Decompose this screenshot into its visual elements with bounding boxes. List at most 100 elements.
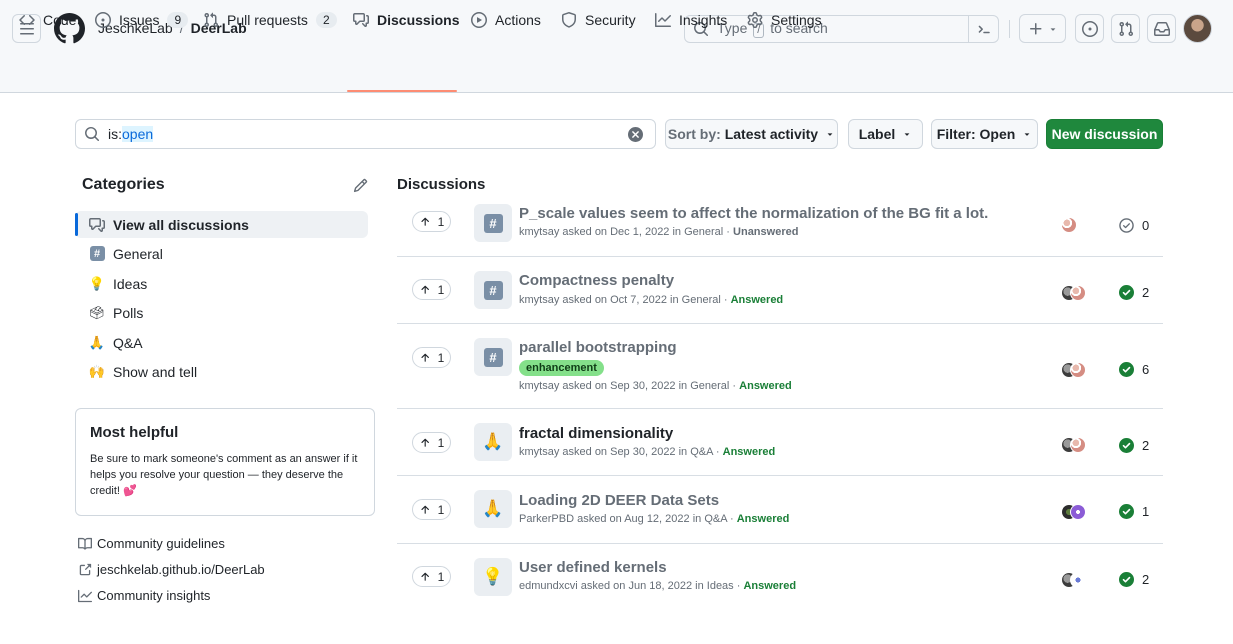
tab-label: Actions	[495, 12, 541, 28]
check-circle-fill-icon	[1119, 438, 1134, 453]
community-insights-link[interactable]: Community insights	[78, 588, 210, 603]
issues-button[interactable]	[1075, 14, 1104, 43]
label-dropdown-button[interactable]: Label	[848, 119, 923, 149]
discussion-row[interactable]: 1 🙏 Loading 2D DEER Data Sets ParkerPBD …	[397, 476, 1163, 544]
tab-code[interactable]: Code	[19, 0, 76, 40]
category-label: View all discussions	[113, 216, 249, 233]
tab-pull-requests[interactable]: Pull requests 2	[203, 0, 337, 40]
tab-label: Security	[585, 12, 636, 28]
discussion-title[interactable]: P_scale values seem to affect the normal…	[519, 205, 988, 222]
global-header: JeschkeLab / DeerLab Type / to search Co…	[0, 0, 1233, 93]
upvote-button[interactable]: 1	[412, 432, 451, 453]
pull-request-icon	[204, 12, 219, 28]
categories-heading: Categories	[82, 176, 165, 193]
category-ideas[interactable]: 💡 Ideas	[75, 270, 368, 297]
external-site-link[interactable]: jeschkelab.github.io/DeerLab	[78, 562, 265, 577]
new-discussion-button[interactable]: New discussion	[1046, 119, 1163, 149]
participant-avatars	[1061, 572, 1086, 588]
tab-label: Discussions	[377, 12, 460, 28]
category-general[interactable]: # General	[75, 240, 368, 267]
command-palette-button[interactable]	[968, 15, 998, 43]
search-query: is:open	[108, 126, 154, 142]
folded-hands-icon: 🙏	[474, 423, 512, 461]
code-icon	[19, 14, 35, 26]
play-icon	[471, 12, 487, 28]
discussion-row[interactable]: 1 # parallel bootstrapping enhancement k…	[397, 324, 1163, 409]
discussion-meta: kmytsay asked on Dec 1, 2022 in General …	[519, 226, 799, 238]
comment-count: 0	[1119, 218, 1149, 233]
category-show-and-tell[interactable]: 🙌 Show and tell	[75, 358, 368, 385]
book-icon	[78, 537, 92, 550]
category-polls[interactable]: 🗳 Polls	[75, 299, 368, 326]
most-helpful-title: Most helpful	[90, 424, 179, 441]
pull-requests-button[interactable]	[1111, 14, 1140, 43]
tab-issues[interactable]: Issues 9	[95, 0, 189, 40]
discussion-row[interactable]: 1 # Compactness penalty kmytsay asked on…	[397, 257, 1163, 324]
upvote-button[interactable]: 1	[412, 211, 451, 232]
filter-dropdown-button[interactable]: Filter: Open	[931, 119, 1038, 149]
community-guidelines-link[interactable]: Community guidelines	[78, 536, 225, 551]
category-label: Ideas	[113, 275, 148, 292]
discussion-row[interactable]: 1 🙏 fractal dimensionality kmytsay asked…	[397, 409, 1163, 476]
tab-label: Pull requests	[227, 12, 308, 28]
discussion-meta: edmundxcvi asked on Jun 18, 2022 in Idea…	[519, 580, 797, 592]
graph-icon	[78, 589, 92, 602]
participant-avatars	[1061, 437, 1086, 453]
tab-settings[interactable]: Settings	[747, 0, 822, 40]
discussion-row[interactable]: 1 💡 User defined kernels edmundxcvi aske…	[397, 544, 1163, 611]
global-search-input[interactable]: Type / to search	[684, 15, 999, 43]
issue-icon	[95, 12, 111, 28]
participant-avatars	[1061, 285, 1086, 301]
discussion-meta: ParkerPBD asked on Aug 12, 2022 in Q&A ·…	[519, 513, 790, 525]
graph-icon	[655, 13, 671, 27]
check-circle-fill-icon	[1119, 362, 1134, 377]
most-helpful-text: Be sure to mark someone's comment as an …	[90, 453, 358, 497]
discussion-row[interactable]: 1 # P_scale values seem to affect the no…	[397, 199, 1163, 257]
discussion-title[interactable]: fractal dimensionality	[519, 425, 673, 442]
tab-label: Insights	[679, 12, 728, 28]
header-divider	[1009, 20, 1010, 38]
pencil-icon[interactable]	[353, 178, 368, 193]
discussion-title[interactable]: Loading 2D DEER Data Sets	[519, 492, 719, 509]
category-label: General	[113, 245, 163, 262]
discussion-search-input[interactable]: is:open	[75, 119, 656, 149]
tab-discussions[interactable]: Discussions	[353, 0, 459, 40]
git-pull-request-icon	[1118, 21, 1133, 36]
upvote-button[interactable]: 1	[412, 279, 451, 300]
user-avatar[interactable]	[1183, 14, 1212, 43]
category-label: Q&A	[113, 334, 143, 351]
arrow-up-icon	[421, 572, 429, 581]
create-new-button[interactable]	[1019, 14, 1066, 43]
tab-label: Settings	[771, 12, 822, 28]
tab-label: Code	[43, 12, 77, 28]
check-circle-fill-icon	[1119, 572, 1134, 587]
check-circle-fill-icon	[1119, 504, 1134, 519]
comment-count: 2	[1119, 438, 1149, 453]
discussion-title[interactable]: User defined kernels	[519, 559, 667, 576]
upvote-button[interactable]: 1	[412, 499, 451, 520]
folded-hands-icon: 🙏	[88, 334, 106, 350]
tab-insights[interactable]: Insights	[655, 0, 727, 40]
sort-dropdown-button[interactable]: Sort by: Latest activity	[665, 119, 838, 149]
upvote-button[interactable]: 1	[412, 566, 451, 587]
triangle-down-icon	[827, 133, 833, 136]
clear-search-icon[interactable]	[628, 127, 643, 142]
arrow-up-icon	[421, 285, 429, 294]
discussion-title[interactable]: parallel bootstrapping	[519, 339, 677, 356]
inbox-button[interactable]	[1147, 14, 1176, 43]
tab-actions[interactable]: Actions	[471, 0, 541, 40]
discussion-title[interactable]: Compactness penalty	[519, 272, 674, 289]
terminal-icon	[978, 25, 990, 34]
upvote-button[interactable]: 1	[412, 347, 451, 368]
label-enhancement[interactable]: enhancement	[519, 360, 604, 376]
arrow-up-icon	[421, 438, 429, 447]
gear-icon	[747, 12, 763, 28]
comment-count: 1	[1119, 504, 1149, 519]
tab-security[interactable]: Security	[561, 0, 636, 40]
category-qa[interactable]: 🙏 Q&A	[75, 329, 368, 356]
category-view-all[interactable]: View all discussions	[75, 211, 368, 238]
arrow-up-icon	[421, 217, 429, 226]
discussion-meta: kmytsay asked on Oct 7, 2022 in General …	[519, 294, 784, 306]
issues-count-badge: 9	[167, 12, 189, 28]
inbox-icon	[1153, 21, 1170, 36]
